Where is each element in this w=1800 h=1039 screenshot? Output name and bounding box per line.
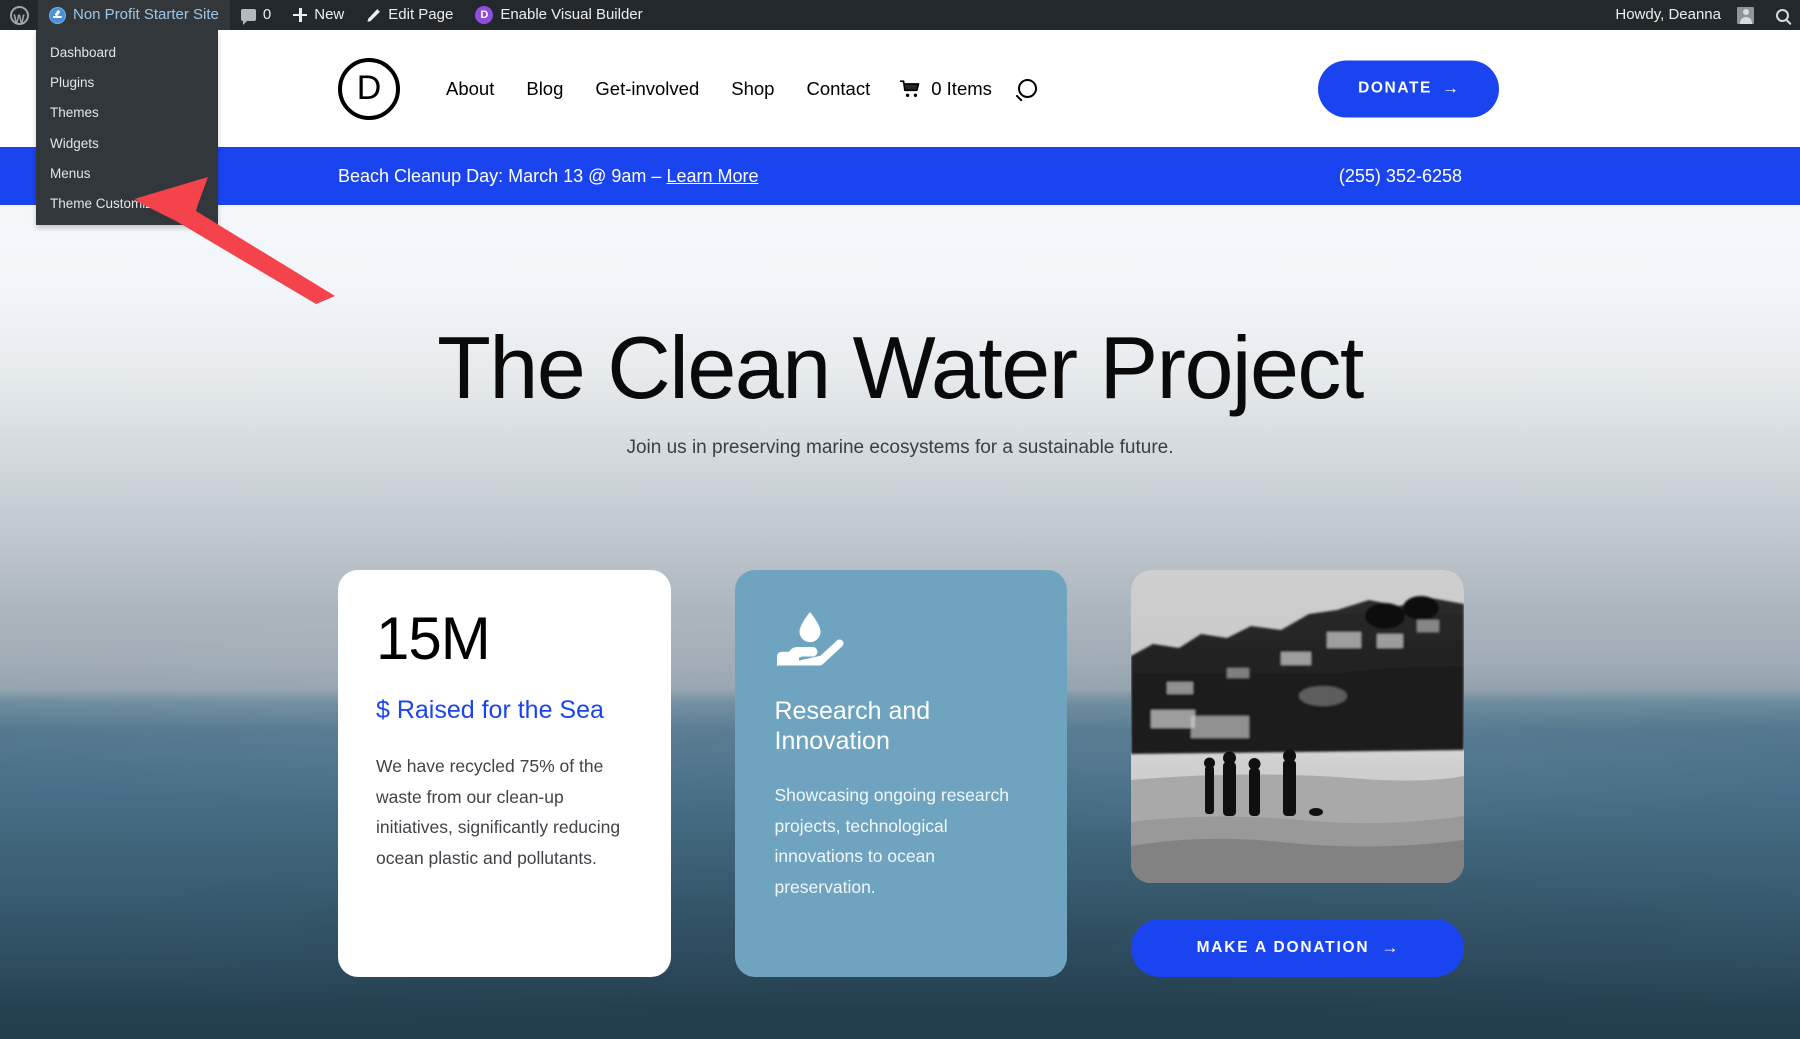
admin-bar-right-group: Howdy, Deanna <box>1604 0 1800 30</box>
beach-photo <box>1131 570 1464 883</box>
cart-link[interactable]: 0 Items <box>886 78 992 100</box>
announcement-phone[interactable]: (255) 352-6258 <box>1339 166 1462 187</box>
feature-card-body: Showcasing ongoing research projects, te… <box>774 785 1009 897</box>
submenu-item-plugins[interactable]: Plugins <box>36 68 218 98</box>
feature-cards-row: 15M $ Raised for the Sea We have recycle… <box>338 570 1464 977</box>
donate-button[interactable]: DONATE → <box>1318 60 1499 117</box>
primary-navigation: About Blog Get-involved Shop Contact 0 I… <box>430 78 1037 100</box>
wordpress-logo-icon <box>9 4 29 34</box>
nav-item-about[interactable]: About <box>430 78 510 100</box>
announcement-bar: Beach Cleanup Day: March 13 @ 9am – Lear… <box>0 147 1800 205</box>
site-name-label: Non Profit Starter Site <box>73 6 219 23</box>
stat-number: 15M <box>376 605 491 672</box>
stat-label: $ Raised for the Sea <box>376 696 604 724</box>
avatar <box>1737 6 1754 24</box>
shopping-cart-icon <box>899 79 922 98</box>
admin-bar-search[interactable] <box>1765 0 1800 30</box>
stat-card-body: We have recycled 75% of the waste from o… <box>376 756 621 868</box>
admin-bar-comments[interactable]: 0 <box>230 0 282 30</box>
howdy-label: Howdy, Deanna <box>1615 6 1721 23</box>
site-icon <box>49 6 66 24</box>
make-a-donation-button[interactable]: MAKE A DONATION → <box>1131 919 1464 977</box>
feature-card-title: Research and Innovation <box>774 697 931 755</box>
comment-bubble-icon <box>240 9 256 25</box>
admin-bar-edit-page[interactable]: Edit Page <box>355 0 464 30</box>
edit-page-label: Edit Page <box>388 6 454 23</box>
admin-bar-site-submenu: Dashboard Plugins Themes Widgets Menus T… <box>36 30 218 226</box>
feature-card: Research and Innovation Showcasing ongoi… <box>734 570 1067 977</box>
cart-items-count: 0 Items <box>931 77 992 99</box>
search-icon[interactable] <box>1017 79 1037 98</box>
arrow-right-icon: → <box>1442 78 1459 98</box>
make-a-donation-label: MAKE A DONATION <box>1196 939 1370 956</box>
admin-bar-new-content[interactable]: New <box>282 0 355 30</box>
hand-holding-water-drop-icon <box>775 608 847 670</box>
hero-subtitle: Join us in preserving marine ecosystems … <box>626 437 1174 458</box>
announcement-learn-more-link[interactable]: Learn More <box>666 166 758 186</box>
nav-item-blog[interactable]: Blog <box>510 78 579 100</box>
new-label: New <box>314 6 345 23</box>
site-logo-letter: D <box>356 68 382 107</box>
arrow-right-icon: → <box>1381 938 1399 957</box>
pencil-icon <box>366 8 381 23</box>
wordpress-admin-bar: Non Profit Starter Site 0 New Edit Page … <box>0 0 1800 34</box>
stat-card: 15M $ Raised for the Sea We have recycle… <box>338 570 671 977</box>
wordpress-logo-menu[interactable] <box>0 0 38 34</box>
announcement-message: Beach Cleanup Day: March 13 @ 9am – <box>338 165 667 186</box>
submenu-item-menus[interactable]: Menus <box>36 159 218 189</box>
divi-logo-icon: D <box>475 6 494 24</box>
visual-builder-label: Enable Visual Builder <box>500 6 643 23</box>
donate-button-label: DONATE <box>1358 79 1432 97</box>
nav-item-get-involved[interactable]: Get-involved <box>579 78 715 100</box>
submenu-item-theme-customizer[interactable]: Theme Customizer <box>36 189 218 219</box>
submenu-item-dashboard[interactable]: Dashboard <box>36 38 218 68</box>
admin-bar-site-name[interactable]: Non Profit Starter Site <box>38 0 230 30</box>
search-icon <box>1776 8 1789 22</box>
submenu-item-widgets[interactable]: Widgets <box>36 129 218 159</box>
hero-title: The Clean Water Project <box>437 318 1364 417</box>
image-cta-card: MAKE A DONATION → <box>1131 570 1464 977</box>
nav-item-shop[interactable]: Shop <box>715 78 790 100</box>
site-header: D About Blog Get-involved Shop Contact 0… <box>0 30 1800 147</box>
submenu-item-themes[interactable]: Themes <box>36 98 218 128</box>
admin-bar-enable-visual-builder[interactable]: D Enable Visual Builder <box>464 0 653 30</box>
site-logo[interactable]: D <box>338 57 400 120</box>
admin-bar-my-account[interactable]: Howdy, Deanna <box>1604 0 1765 30</box>
nav-item-contact[interactable]: Contact <box>790 78 886 100</box>
comments-count: 0 <box>262 6 272 23</box>
plus-icon <box>293 8 308 22</box>
announcement-text: Beach Cleanup Day: March 13 @ 9am – Lear… <box>338 166 759 187</box>
